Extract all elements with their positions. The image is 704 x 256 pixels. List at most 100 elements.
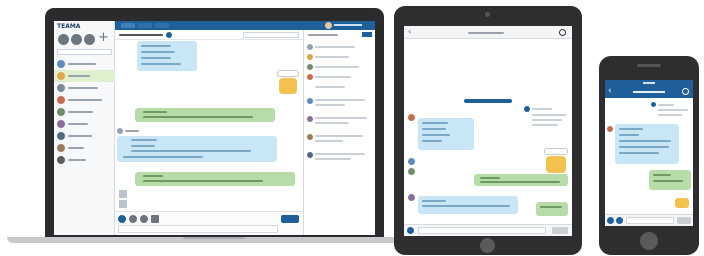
header-tab[interactable] <box>155 23 169 28</box>
tablet-screen: ‹ <box>404 26 572 236</box>
sender-avatar <box>408 114 415 121</box>
room-item[interactable] <box>54 82 115 94</box>
message-input[interactable] <box>118 225 278 233</box>
room-avatar <box>57 120 65 128</box>
panel-item[interactable] <box>307 52 373 62</box>
room-item[interactable] <box>54 106 115 118</box>
tablet-composer <box>404 224 572 236</box>
chat-title-bar <box>115 30 303 40</box>
message-bubble-outgoing <box>649 170 691 190</box>
sticker-image <box>673 194 691 210</box>
header-tab[interactable] <box>138 23 152 28</box>
top-header <box>115 21 375 30</box>
info-icon[interactable] <box>559 29 566 36</box>
laptop-device: TEAMA + <box>7 8 422 243</box>
user-avatar[interactable] <box>325 22 332 29</box>
message-bubble <box>137 41 197 71</box>
sender-avatar <box>408 194 415 201</box>
add-button[interactable] <box>129 215 137 223</box>
phone-composer <box>605 214 693 226</box>
add-icon[interactable]: + <box>98 31 109 44</box>
phone-home-button[interactable] <box>640 232 658 250</box>
room-item[interactable] <box>54 94 115 106</box>
right-panel <box>303 30 375 235</box>
panel-item[interactable] <box>307 150 373 164</box>
room-item-active[interactable] <box>54 70 115 82</box>
message-bubble-outgoing <box>135 108 275 122</box>
sticker-image <box>544 146 568 176</box>
room-avatar <box>57 132 65 140</box>
room-item[interactable] <box>54 58 115 70</box>
sender-avatar <box>408 168 415 175</box>
panel-item[interactable] <box>307 62 373 72</box>
header-tab[interactable] <box>121 23 135 28</box>
panel-item[interactable] <box>307 96 373 110</box>
tablet-title-bar: ‹ <box>404 26 572 39</box>
emoji-button[interactable] <box>118 215 126 223</box>
panel-item[interactable] <box>307 114 373 128</box>
room-avatar <box>57 84 65 92</box>
panel-item[interactable] <box>307 42 373 52</box>
sender-avatar <box>408 158 415 165</box>
laptop-screen: TEAMA + <box>54 21 375 235</box>
image-button[interactable] <box>140 215 148 223</box>
composer <box>115 211 303 235</box>
message-bubble <box>651 102 691 120</box>
back-icon[interactable]: ‹ <box>608 87 612 96</box>
message-bubble <box>418 118 474 150</box>
send-button[interactable] <box>552 227 568 234</box>
send-button[interactable] <box>677 217 691 224</box>
message-bubble <box>615 124 679 164</box>
room-avatar <box>57 108 65 116</box>
room-item[interactable] <box>54 142 115 154</box>
message-bubble-outgoing <box>536 202 568 216</box>
info-icon[interactable] <box>682 88 689 95</box>
room-avatar <box>57 156 65 164</box>
chat-nav-button[interactable] <box>71 34 82 45</box>
room-item[interactable] <box>54 130 115 142</box>
panel-item[interactable] <box>307 132 373 146</box>
app-logo: TEAMA <box>57 23 81 30</box>
tablet-device: ‹ <box>394 6 582 255</box>
sender-avatar <box>117 128 123 134</box>
panel-item[interactable] <box>307 82 373 92</box>
sticker-image <box>277 68 299 98</box>
message-input[interactable] <box>626 217 674 224</box>
message-area <box>115 40 303 210</box>
message-bubble-outgoing <box>135 172 295 186</box>
message-bubble <box>418 196 518 214</box>
message-input[interactable] <box>418 227 546 234</box>
phone-device: ‹ <box>599 56 699 255</box>
add-button[interactable] <box>616 217 623 224</box>
panel-item[interactable] <box>307 72 373 82</box>
room-avatar <box>57 60 65 68</box>
attachment-icon[interactable] <box>119 190 127 198</box>
contacts-nav-button[interactable] <box>84 34 95 45</box>
file-icon[interactable] <box>119 200 127 208</box>
info-icon[interactable] <box>166 32 172 38</box>
phone-title-bar: ‹ <box>605 86 693 98</box>
tablet-camera <box>485 12 490 17</box>
panel-tab[interactable] <box>362 32 372 37</box>
sidebar: TEAMA + <box>54 21 115 235</box>
date-separator <box>464 99 512 103</box>
phone-speaker <box>637 64 661 67</box>
emoji-button[interactable] <box>407 227 414 234</box>
room-avatar <box>57 144 65 152</box>
message-bubble <box>524 106 568 128</box>
phone-screen: ‹ <box>605 80 693 226</box>
chat-search-input[interactable] <box>243 32 299 38</box>
tablet-home-button[interactable] <box>480 238 495 253</box>
room-item[interactable] <box>54 154 115 166</box>
room-avatar <box>57 72 65 80</box>
send-button[interactable] <box>281 215 299 223</box>
emoji-button[interactable] <box>607 217 614 224</box>
room-item[interactable] <box>54 118 115 130</box>
room-search-input[interactable] <box>57 49 112 55</box>
sender-avatar <box>607 126 613 132</box>
home-nav-button[interactable] <box>58 34 69 45</box>
calendar-button[interactable] <box>151 215 159 223</box>
message-bubble-outgoing <box>474 174 568 186</box>
back-icon[interactable]: ‹ <box>408 28 411 36</box>
laptop-notch <box>183 237 245 239</box>
